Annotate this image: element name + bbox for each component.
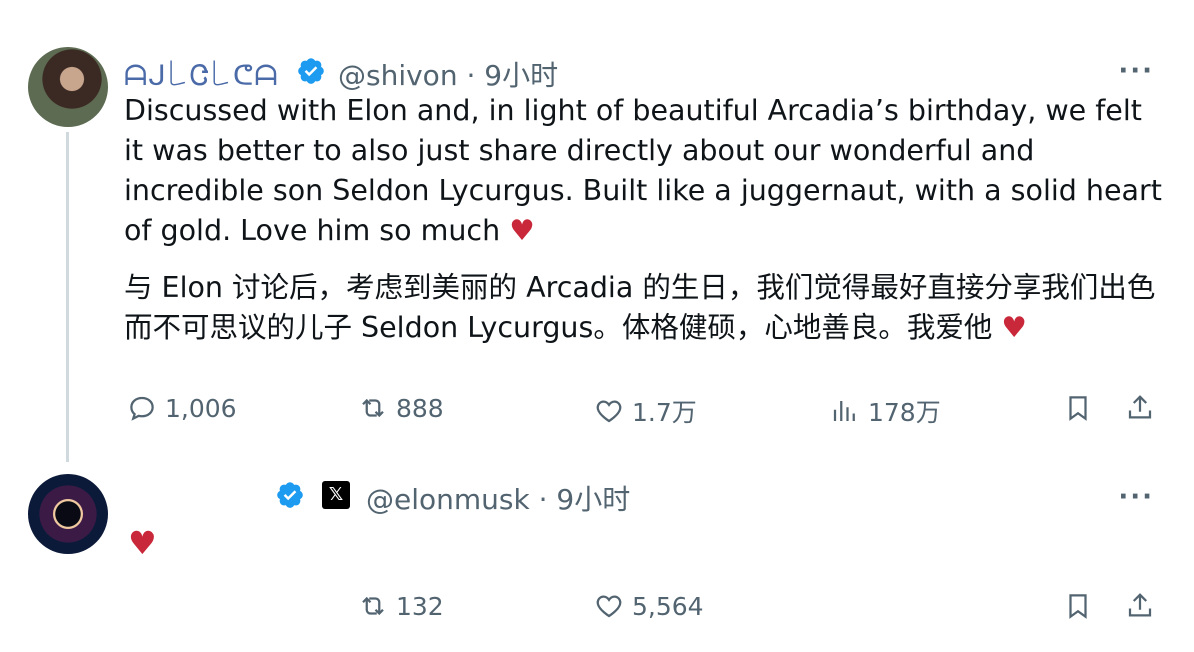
more-options-icon[interactable]: ··· [1118, 56, 1154, 86]
display-name[interactable]: ᗩᒍ꒒Ꮳ꒒ᕦᗩ [124, 55, 279, 93]
retweet-count: 888 [396, 393, 444, 423]
reply-count: 1,006 [165, 393, 237, 423]
tweet-handle-time[interactable]: @shivon · 9小时 [338, 54, 558, 94]
like-button[interactable]: 5,564 [594, 591, 704, 621]
retweet-icon [362, 398, 384, 418]
retweet-button[interactable]: 888 [358, 393, 444, 423]
bookmark-icon [1069, 594, 1087, 619]
bookmark-button[interactable] [1063, 393, 1093, 423]
avatar-elonmusk[interactable] [28, 474, 108, 554]
more-options-icon[interactable]: ··· [1118, 482, 1154, 512]
verified-badge-icon [298, 58, 324, 84]
like-count: 5,564 [632, 591, 704, 621]
like-button[interactable]: 1.7万 [594, 393, 697, 429]
share-upload-icon [1128, 395, 1152, 419]
like-heart-icon [596, 400, 622, 423]
tweet-text-english: Discussed with Elon and, in light of bea… [124, 94, 1162, 247]
like-heart-icon [596, 595, 622, 618]
verified-badge-icon [277, 482, 303, 508]
bookmark-button[interactable] [1063, 591, 1093, 621]
avatar-shivon[interactable] [28, 47, 108, 127]
reply-button[interactable]: 1,006 [127, 393, 237, 423]
retweet-button[interactable]: 132 [358, 591, 444, 621]
reply-icon [130, 396, 154, 421]
analytics-bars-icon [833, 401, 855, 421]
x-affiliate-badge-icon: 𝕏 [322, 481, 350, 509]
heart-emoji-icon: ♥ [509, 214, 535, 247]
thread-connector-line [66, 132, 69, 462]
like-count: 1.7万 [632, 398, 697, 427]
share-upload-icon [1128, 593, 1152, 617]
bookmark-icon [1069, 396, 1087, 421]
views-count: 178万 [868, 398, 941, 427]
retweet-icon [362, 596, 384, 616]
tweet-handle-time[interactable]: @elonmusk · 9小时 [366, 478, 630, 518]
views-button[interactable]: 178万 [830, 393, 941, 429]
retweet-count: 132 [396, 591, 444, 621]
share-button[interactable] [1125, 393, 1155, 423]
reply-text-heart-emoji: ♥ [128, 524, 157, 562]
heart-emoji-icon: ♥ [1001, 311, 1027, 344]
share-button[interactable] [1125, 591, 1155, 621]
tweet-text-chinese: 与 Elon 讨论后，考虑到美丽的 Arcadia 的生日，我们觉得最好直接分享… [124, 271, 1156, 344]
